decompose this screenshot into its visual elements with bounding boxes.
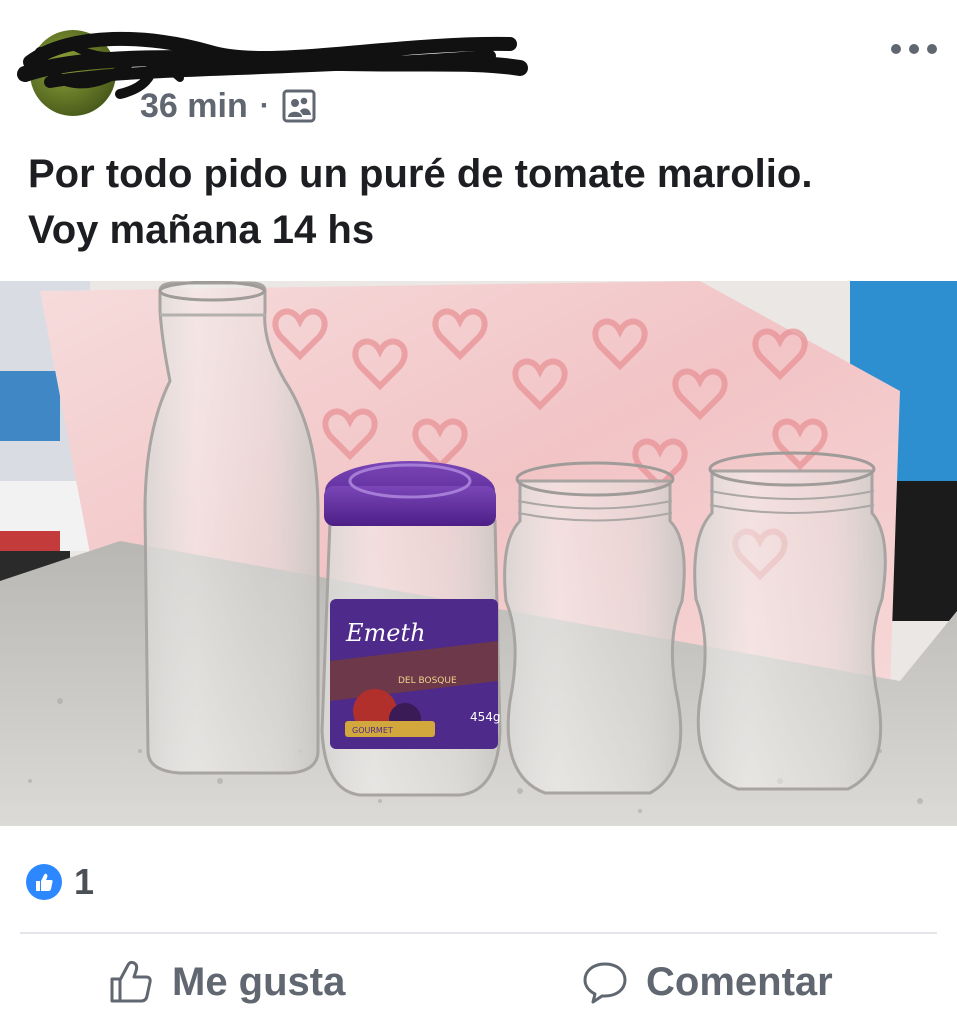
friends-audience-icon[interactable] bbox=[282, 89, 316, 123]
post-actions: Me gusta Comentar bbox=[0, 940, 957, 1024]
thumbs-up-outline-icon bbox=[110, 960, 152, 1003]
post-timestamp[interactable]: 36 min bbox=[140, 87, 248, 126]
like-reaction-icon bbox=[26, 864, 62, 900]
comment-button[interactable]: Comentar bbox=[582, 954, 833, 1010]
jar-label-weight: 454g bbox=[470, 710, 501, 724]
post-message-line-2: Voy mañana 14 hs bbox=[28, 208, 375, 252]
post-message: Por todo pido un puré de tomate marolio.… bbox=[28, 146, 928, 258]
reaction-summary[interactable]: 1 bbox=[26, 860, 94, 904]
comment-bubble-icon bbox=[583, 962, 627, 1004]
post-meta: 36 min · bbox=[140, 86, 316, 126]
post-message-line-1: Por todo pido un puré de tomate marolio. bbox=[28, 152, 813, 196]
post-photo[interactable]: Emeth DEL BOSQUE 454g GOURMET bbox=[0, 281, 957, 826]
jar-label-gourmet: GOURMET bbox=[352, 726, 393, 735]
like-button-label: Me gusta bbox=[172, 959, 346, 1004]
post-header: 36 min · bbox=[0, 0, 957, 140]
more-options-icon[interactable] bbox=[891, 34, 937, 64]
like-button[interactable]: Me gusta bbox=[108, 954, 345, 1010]
meta-separator: · bbox=[259, 89, 270, 122]
comment-button-label: Comentar bbox=[646, 959, 833, 1004]
reaction-count: 1 bbox=[74, 861, 95, 902]
jar-label-line: DEL BOSQUE bbox=[398, 676, 457, 686]
actions-divider bbox=[20, 932, 937, 934]
jar-label-brand: Emeth bbox=[345, 619, 426, 647]
